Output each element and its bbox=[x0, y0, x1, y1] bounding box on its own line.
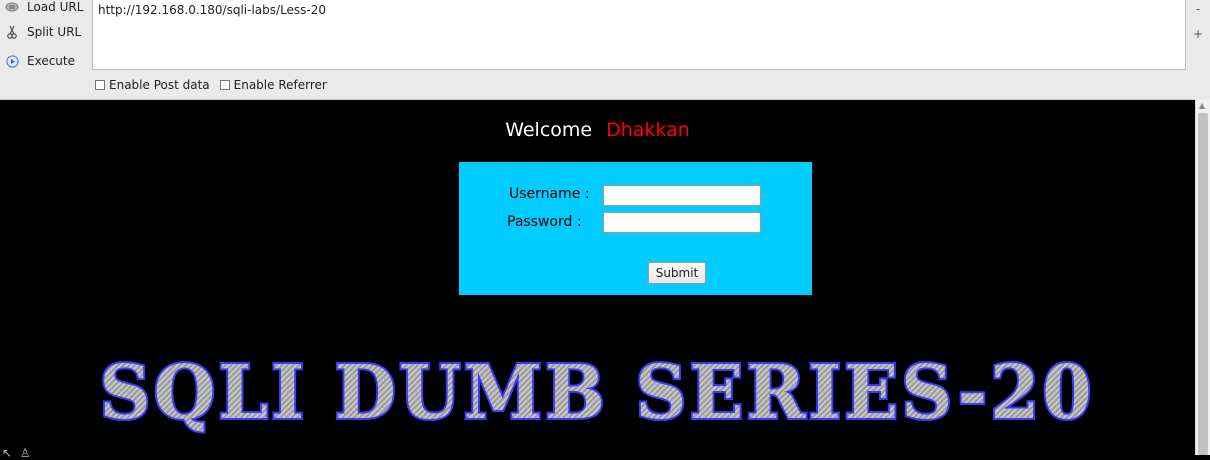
enable-referrer-label: Enable Referrer bbox=[233, 78, 327, 92]
sqli-dumb-series-banner: SQLI DUMB SERIES-20 bbox=[98, 348, 1095, 438]
enable-post-data-checkbox[interactable]: Enable Post data bbox=[95, 78, 210, 92]
login-form: Username : Password : Submit bbox=[459, 162, 812, 295]
page-content: Welcome Dhakkan Username : Password : Sub… bbox=[0, 100, 1195, 455]
load-url-button[interactable]: Load URL bbox=[4, 0, 83, 18]
welcome-name: Dhakkan bbox=[606, 119, 690, 141]
vertical-scrollbar[interactable]: ▲ bbox=[1195, 99, 1210, 455]
scroll-thumb[interactable] bbox=[1198, 113, 1208, 455]
load-url-icon bbox=[4, 0, 20, 15]
username-label: Username : bbox=[509, 186, 590, 202]
split-url-button[interactable]: Split URL bbox=[4, 21, 81, 43]
submit-button[interactable]: Submit bbox=[648, 262, 706, 284]
arrow-left-icon: ↖ bbox=[2, 446, 13, 460]
welcome-text: Welcome bbox=[505, 119, 593, 141]
scroll-up-icon[interactable]: ▲ bbox=[1199, 101, 1205, 110]
load-url-label: Load URL bbox=[27, 0, 84, 14]
status-icons: ↖ ♙ bbox=[2, 446, 30, 460]
enable-referrer-checkbox[interactable]: Enable Referrer bbox=[219, 78, 327, 92]
split-url-label: Split URL bbox=[27, 25, 82, 39]
checkbox-box[interactable] bbox=[219, 80, 230, 90]
hackbar-options: Enable Post data Enable Referrer bbox=[95, 78, 337, 92]
username-input[interactable] bbox=[603, 185, 761, 206]
checkbox-box[interactable] bbox=[95, 80, 105, 90]
password-input[interactable] bbox=[603, 212, 761, 233]
split-url-icon bbox=[4, 24, 20, 40]
person-icon: ♙ bbox=[19, 446, 31, 460]
execute-icon bbox=[4, 53, 20, 69]
execute-label: Execute bbox=[27, 54, 75, 68]
banner-text: SQLI DUMB SERIES-20 bbox=[100, 350, 1095, 436]
execute-button[interactable]: Execute bbox=[4, 50, 75, 72]
increase-button[interactable]: + bbox=[1190, 27, 1206, 41]
enable-post-data-label: Enable Post data bbox=[109, 78, 210, 92]
password-label: Password : bbox=[507, 214, 582, 230]
hackbar-toolbar: Load URL Split URL Execute http://192.16… bbox=[0, 0, 1210, 100]
url-input[interactable]: http://192.168.0.180/sqli-labs/Less-20 bbox=[92, 0, 1186, 70]
decrease-button[interactable]: - bbox=[1190, 2, 1206, 16]
welcome-heading: Welcome Dhakkan bbox=[0, 119, 1195, 141]
